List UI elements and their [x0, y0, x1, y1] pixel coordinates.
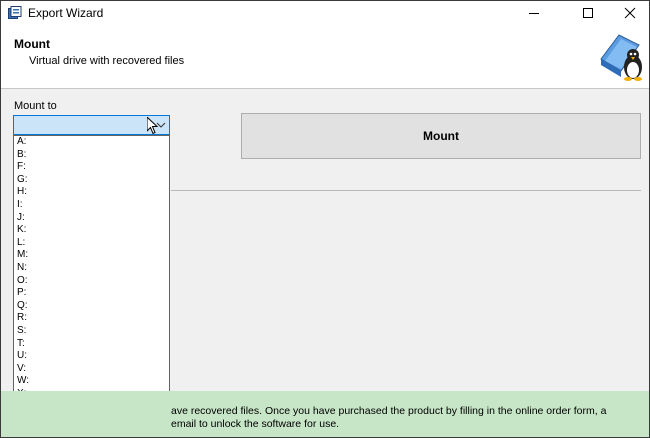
drive-option[interactable]: H:: [14, 186, 169, 199]
drive-option[interactable]: N:: [14, 262, 169, 275]
drive-option[interactable]: G:: [14, 174, 169, 187]
penguin-book-icon: [600, 34, 642, 81]
mouse-cursor-icon: [147, 117, 159, 135]
close-icon: [624, 7, 636, 19]
drive-option[interactable]: B:: [14, 149, 169, 162]
drive-option[interactable]: S:: [14, 325, 169, 338]
drive-option[interactable]: W:: [14, 375, 169, 388]
drive-option[interactable]: J:: [14, 212, 169, 225]
maximize-button[interactable]: [565, 1, 611, 25]
window-title: Export Wizard: [28, 6, 104, 20]
minimize-icon: [529, 13, 539, 14]
export-wizard-window: Export Wizard Mount Virtual drive with r…: [0, 0, 650, 438]
app-icon: [8, 6, 22, 19]
drive-option[interactable]: O:: [14, 275, 169, 288]
drive-option[interactable]: P:: [14, 287, 169, 300]
wizard-header: Mount Virtual drive with recovered files: [1, 25, 649, 89]
drive-option[interactable]: T:: [14, 338, 169, 351]
page-subtitle: Virtual drive with recovered files: [29, 55, 185, 67]
drive-option[interactable]: M:: [14, 249, 169, 262]
close-button[interactable]: [607, 1, 650, 25]
drive-option[interactable]: V:: [14, 363, 169, 376]
drive-option[interactable]: L:: [14, 237, 169, 250]
divider: [171, 190, 641, 191]
title-bar: Export Wizard: [1, 1, 649, 25]
page-title: Mount: [14, 37, 50, 51]
drive-option[interactable]: U:: [14, 350, 169, 363]
info-text: ave recovered files. Once you have purch…: [171, 405, 607, 430]
drive-option[interactable]: F:: [14, 161, 169, 174]
info-bar: ave recovered files. Once you have purch…: [1, 391, 649, 437]
drive-option[interactable]: A:: [14, 136, 169, 149]
drive-option[interactable]: R:: [14, 312, 169, 325]
drive-option[interactable]: I:: [14, 199, 169, 212]
maximize-icon: [583, 8, 593, 18]
drive-option[interactable]: K:: [14, 224, 169, 237]
drive-letter-list: A: B: F: G: H: I: J: K: L: M: N: O: P: Q: R: S: T: U: V: W:…: [13, 135, 170, 429]
drive-option[interactable]: Q:: [14, 300, 169, 313]
mount-button[interactable]: Mount: [241, 113, 641, 159]
minimize-button[interactable]: [511, 1, 557, 25]
mount-to-label: Mount to: [14, 100, 57, 112]
